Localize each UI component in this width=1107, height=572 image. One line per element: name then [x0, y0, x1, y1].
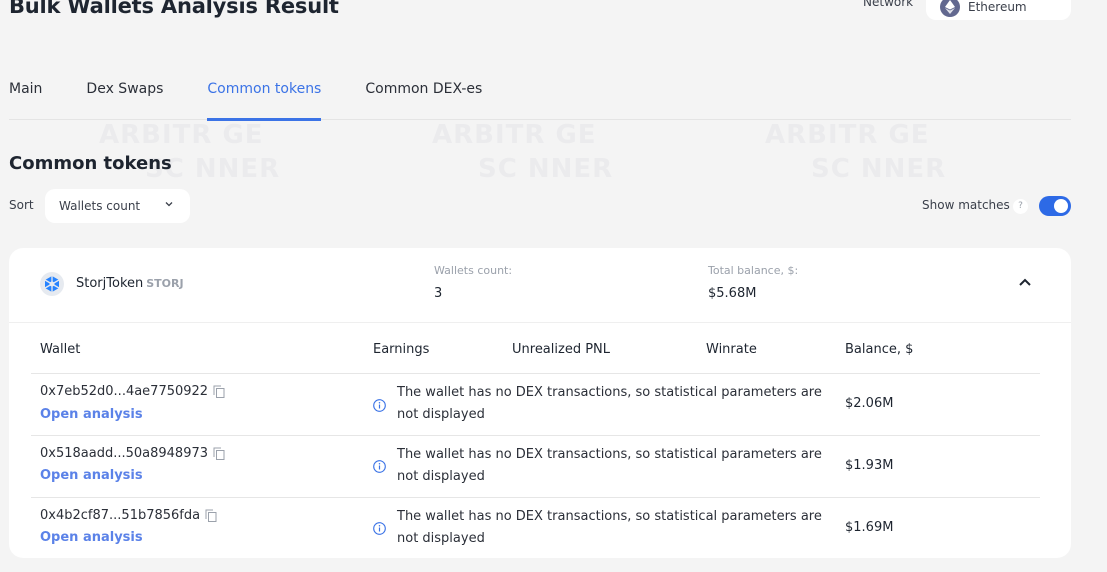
- wallets-count-value: 3: [434, 286, 443, 301]
- col-wallet: Wallet: [40, 342, 81, 357]
- tab-dex-swaps[interactable]: Dex Swaps: [86, 78, 163, 120]
- token-symbol: STORJ: [146, 277, 184, 290]
- divider: [9, 322, 1071, 323]
- open-analysis-link[interactable]: Open analysis: [40, 530, 143, 545]
- tab-common-tokens[interactable]: Common tokens: [207, 78, 321, 121]
- page-title: Bulk Wallets Analysis Result: [9, 0, 339, 18]
- copy-icon[interactable]: [205, 509, 217, 522]
- network-select[interactable]: Ethereum: [926, 0, 1071, 20]
- watermark: ARBITR GE SC NNER: [765, 120, 947, 184]
- wallet-balance: $2.06M: [845, 396, 894, 411]
- storj-token-icon: [40, 272, 64, 296]
- chevron-up-icon[interactable]: [1018, 277, 1032, 287]
- col-earnings: Earnings: [373, 342, 430, 357]
- tab-main[interactable]: Main: [9, 78, 42, 120]
- no-dex-message: The wallet has no DEX transactions, so s…: [397, 385, 822, 422]
- open-analysis-link[interactable]: Open analysis: [40, 407, 143, 422]
- tab-common-dexes[interactable]: Common DEX-es: [365, 78, 482, 120]
- toggle-knob: [1054, 199, 1068, 213]
- col-winrate: Winrate: [706, 342, 757, 357]
- wallets-count-label: Wallets count:: [434, 264, 513, 277]
- wallet-balance: $1.69M: [845, 520, 894, 535]
- sort-label: Sort: [9, 198, 34, 212]
- wallet-address: 0x518aadd...50a8948973: [40, 446, 225, 461]
- no-dex-message: The wallet has no DEX transactions, so s…: [397, 447, 822, 484]
- info-icon: [373, 522, 386, 535]
- info-icon: [373, 460, 386, 473]
- col-balance: Balance, $: [845, 342, 914, 357]
- token-name: StorjToken STORJ: [76, 276, 184, 291]
- token-card: StorjToken STORJ Wallets count: 3 Total b…: [9, 248, 1071, 558]
- show-matches-label: Show matches: [922, 198, 1010, 212]
- total-balance-label: Total balance, $:: [708, 264, 799, 277]
- divider: [31, 435, 1040, 436]
- network-value: Ethereum: [968, 0, 1027, 14]
- info-icon: [373, 399, 386, 412]
- sort-value: Wallets count: [59, 199, 141, 213]
- wallet-balance: $1.93M: [845, 458, 894, 473]
- watermark: ARBITR GE SC NNER: [99, 120, 281, 184]
- wallet-address: 0x4b2cf87...51b7856fda: [40, 508, 217, 523]
- divider: [31, 497, 1040, 498]
- wallet-address: 0x7eb52d0...4ae7750922: [40, 384, 225, 399]
- col-unrealized-pnl: Unrealized PNL: [512, 342, 611, 357]
- copy-icon[interactable]: [213, 447, 225, 460]
- help-icon[interactable]: ?: [1013, 199, 1028, 214]
- watermark: ARBITR GE SC NNER: [432, 120, 614, 184]
- network-label: Network: [863, 0, 914, 9]
- sort-select[interactable]: Wallets count: [45, 189, 190, 223]
- divider: [31, 373, 1040, 374]
- open-analysis-link[interactable]: Open analysis: [40, 468, 143, 483]
- section-title: Common tokens: [9, 153, 172, 174]
- total-balance-value: $5.68M: [708, 286, 757, 301]
- chevron-down-icon: [165, 202, 173, 207]
- copy-icon[interactable]: [213, 385, 225, 398]
- tab-bar: Main Dex Swaps Common tokens Common DEX-…: [9, 78, 1071, 121]
- no-dex-message: The wallet has no DEX transactions, so s…: [397, 509, 822, 546]
- ethereum-icon: [940, 0, 960, 17]
- show-matches-toggle[interactable]: [1039, 196, 1071, 216]
